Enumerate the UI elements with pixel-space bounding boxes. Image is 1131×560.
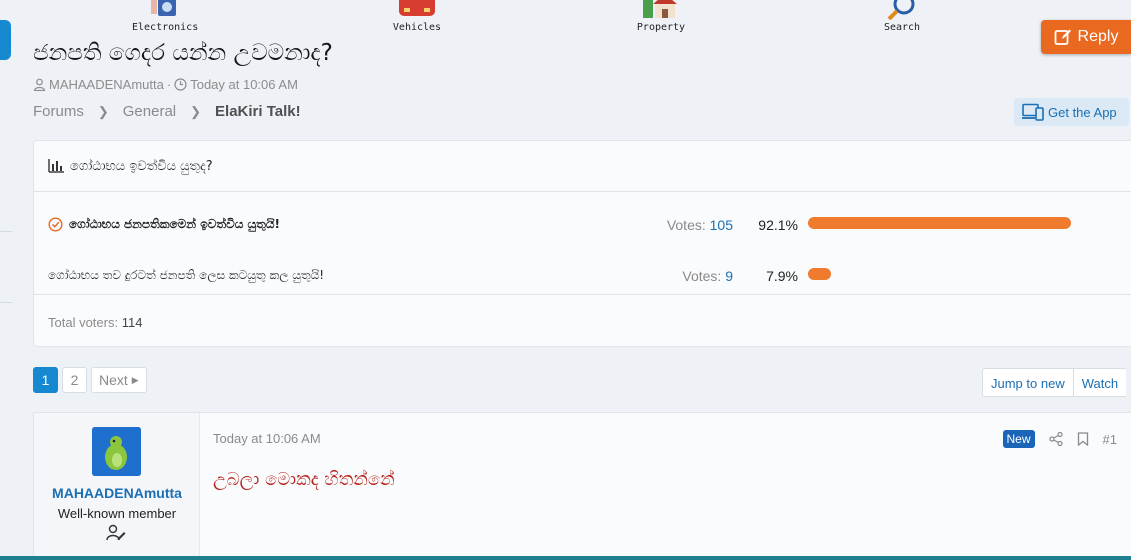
bar-chart-icon — [48, 159, 64, 173]
post-user-panel: MAHAADENAmutta Well-known member — [34, 413, 200, 560]
poll-response: ගෝඨාභය තව දුරටත් ජනපති ලෙස කටයුතු කල යුත… — [34, 258, 1131, 298]
post-number[interactable]: #1 — [1103, 432, 1117, 447]
breadcrumb-elakiri-talk[interactable]: ElaKiri Talk! — [215, 103, 301, 120]
chevron-right-icon: ❯ — [97, 103, 109, 119]
get-app-label: Get the App — [1048, 104, 1117, 120]
divider — [0, 231, 12, 232]
watch-button[interactable]: Watch — [1072, 369, 1126, 396]
nav-item-label: Search — [883, 22, 921, 33]
votes-label: Votes: — [682, 268, 722, 284]
nav-item-label: Property — [636, 22, 686, 33]
votes-count-link[interactable]: 9 — [725, 268, 733, 284]
nav-item-vehicles[interactable]: Vehicles — [392, 0, 442, 33]
bookmark-icon[interactable] — [1077, 432, 1089, 446]
poll-response-text: ගෝඨාභය තව දුරටත් ජනපති ලෙස කටයුතු කල යුත… — [48, 268, 325, 282]
edit-icon — [1054, 29, 1071, 45]
poll-votes: Votes: 9 — [682, 268, 733, 284]
breadcrumb: Forums ❯ General ❯ ElaKiri Talk! — [33, 103, 301, 120]
get-app-button[interactable]: Get the App — [1014, 98, 1129, 126]
reply-label: Reply — [1077, 28, 1119, 45]
user-icon — [33, 78, 46, 91]
house-icon — [643, 0, 677, 18]
new-badge: New — [1002, 430, 1035, 448]
search-icon — [887, 0, 915, 20]
next-page-button[interactable]: Next ▶ — [91, 367, 147, 393]
devices-icon — [1022, 103, 1044, 121]
poll-block: ගෝඨාභය ඉවත්විය යුතුද? ගෝඨාභය ජනපතිකමෙන් … — [33, 140, 1131, 347]
jump-to-new-button[interactable]: Jump to new — [983, 369, 1073, 396]
camera-icon — [151, 0, 176, 16]
thread-actions: Jump to new Watch — [982, 368, 1127, 397]
avatar-image — [92, 427, 141, 476]
total-voters-label: Total voters: — [48, 315, 119, 330]
car-icon — [399, 0, 435, 16]
post-username[interactable]: MAHAADENAmutta — [34, 485, 200, 501]
breadcrumb-forums[interactable]: Forums — [33, 103, 84, 120]
post-user-title: Well-known member — [57, 506, 177, 521]
check-circle-icon — [48, 217, 63, 232]
poll-percent: 92.1% — [758, 217, 798, 233]
category-nav: Electronics Vehicles Property Search — [0, 0, 1131, 38]
chevron-right-icon: ❯ — [190, 103, 202, 119]
pagination: 1 2 Next ▶ — [33, 367, 147, 393]
user-edit-icon — [106, 524, 126, 541]
share-icon[interactable] — [1048, 432, 1063, 446]
clock-icon — [174, 78, 187, 91]
thread-author[interactable]: MAHAADENAmutta — [49, 77, 164, 92]
page-1-button[interactable]: 1 — [33, 367, 58, 393]
next-label: Next — [99, 372, 128, 388]
avatar[interactable] — [92, 427, 141, 476]
nav-item-property[interactable]: Property — [636, 0, 686, 33]
poll-response: ගෝඨාභය ජනපතිකමෙන් ඉවත්විය යුතුයි! Votes:… — [34, 207, 1131, 247]
meta-separator: · — [166, 77, 172, 92]
post-date[interactable]: Today at 10:06 AM — [213, 431, 321, 446]
nav-item-electronics[interactable]: Electronics — [132, 0, 199, 33]
poll-response-label: ගෝඨාභය ජනපතිකමෙන් ඉවත්විය යුතුයි! — [48, 217, 280, 232]
poll-bar — [808, 268, 1094, 280]
nav-item-label: Electronics — [132, 22, 199, 33]
post: MAHAADENAmutta Well-known member Today a… — [33, 412, 1131, 560]
nav-item-label: Vehicles — [392, 22, 442, 33]
thread-meta: MAHAADENAmutta · Today at 10:06 AM — [33, 77, 298, 92]
poll-header: ගෝඨාභය ඉවත්විය යුතුද? — [34, 141, 1131, 192]
votes-label: Votes: — [666, 217, 706, 233]
votes-count-link[interactable]: 105 — [710, 217, 733, 233]
post-tools: New #1 — [1002, 430, 1117, 448]
poll-footer: Total voters: 114 — [34, 294, 1131, 347]
poll-percent: 7.9% — [766, 268, 798, 284]
caret-right-icon: ▶ — [131, 374, 139, 385]
nav-item-search[interactable]: Search — [880, 0, 924, 33]
poll-votes: Votes: 105 — [667, 217, 733, 233]
divider — [0, 302, 12, 303]
reply-button[interactable]: Reply — [1041, 20, 1131, 54]
breadcrumb-general[interactable]: General — [123, 103, 176, 120]
total-voters-count: 114 — [121, 315, 143, 330]
poll-response-label: ගෝඨාභය තව දුරටත් ජනපති ලෙස කටයුතු කල යුත… — [48, 268, 324, 283]
poll-bar-fill — [808, 217, 1072, 229]
poll-bar — [808, 217, 1094, 229]
page-2-button[interactable]: 2 — [62, 367, 87, 393]
poll-response-text: ගෝඨාභය ජනපතිකමෙන් ඉවත්විය යුතුයි! — [69, 217, 281, 231]
sidebar-toggle[interactable] — [0, 20, 11, 60]
bottom-border — [0, 556, 1131, 560]
thread-date[interactable]: Today at 10:06 AM — [190, 77, 298, 92]
poll-bar-fill — [808, 268, 831, 280]
post-body: උබලා මොකද හිතන්නේ — [213, 469, 395, 490]
thread-title: ජනපති ගෙදර යන්න උවමනාද? — [33, 40, 333, 66]
poll-question: ගෝඨාභය ඉවත්විය යුතුද? — [70, 158, 213, 174]
